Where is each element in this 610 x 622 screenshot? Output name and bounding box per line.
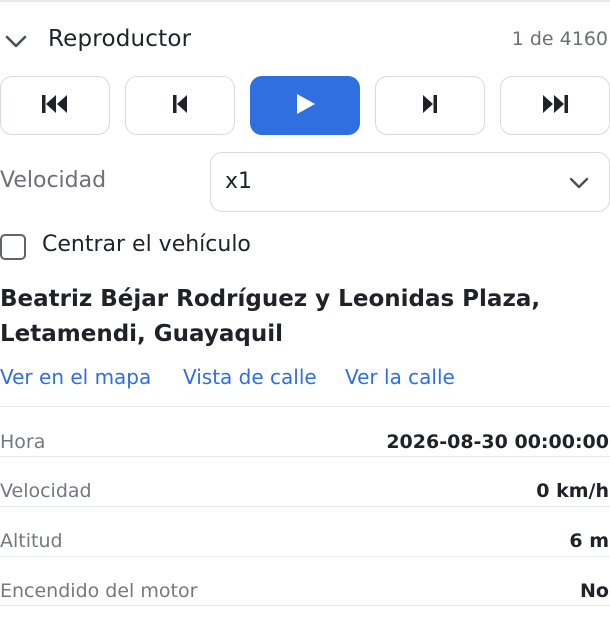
address: Beatriz Béjar Rodríguez y Leonidas Plaza… xyxy=(0,282,560,352)
details-table: Hora 2026-08-30 00:00:00 Velocidad 0 km/… xyxy=(0,406,610,606)
speed-label: Velocidad xyxy=(0,168,107,193)
center-vehicle-checkbox[interactable] xyxy=(0,234,26,260)
player-header: Reproductor 1 de 4160 xyxy=(0,22,610,62)
center-vehicle-label[interactable]: Centrar el vehículo xyxy=(42,232,251,257)
top-divider xyxy=(0,0,610,2)
page-title: Reproductor xyxy=(48,26,192,52)
chevron-down-icon[interactable] xyxy=(4,30,28,54)
skip-to-end-button[interactable] xyxy=(500,76,610,135)
skip-to-start-icon xyxy=(41,93,69,119)
playback-controls xyxy=(0,76,610,136)
row-label: Velocidad xyxy=(0,480,92,502)
row-label: Hora xyxy=(0,431,46,453)
row-value: 2026-08-30 00:00:00 xyxy=(386,431,609,453)
table-row: Velocidad 0 km/h xyxy=(0,456,610,506)
center-vehicle-option[interactable]: Centrar el vehículo xyxy=(0,232,400,262)
skip-to-end-icon xyxy=(541,93,569,119)
address-line-2: Letamendi, Guayaquil xyxy=(0,321,283,347)
table-row: Encendido del motor No xyxy=(0,556,610,606)
chevron-down-icon xyxy=(567,171,591,195)
row-value: 6 m xyxy=(569,530,609,552)
step-back-icon xyxy=(171,93,189,119)
play-button[interactable] xyxy=(250,76,360,135)
speed-value: x1 xyxy=(225,169,253,194)
view-street-link[interactable]: Ver la calle xyxy=(345,365,455,389)
address-line-1: Beatriz Béjar Rodríguez y Leonidas Plaza… xyxy=(0,286,541,312)
location-links: Ver en el mapa Vista de calle Ver la cal… xyxy=(0,365,610,393)
step-back-button[interactable] xyxy=(125,76,235,135)
play-icon xyxy=(293,92,317,120)
table-row: Altitud 6 m xyxy=(0,506,610,556)
step-forward-icon xyxy=(421,93,439,119)
row-value: No xyxy=(580,580,609,602)
position-counter: 1 de 4160 xyxy=(511,28,608,50)
step-forward-button[interactable] xyxy=(375,76,485,135)
row-label: Altitud xyxy=(0,530,63,552)
street-view-link[interactable]: Vista de calle xyxy=(183,365,317,389)
row-value: 0 km/h xyxy=(536,480,609,502)
skip-to-start-button[interactable] xyxy=(0,76,110,135)
speed-select[interactable]: x1 xyxy=(210,152,610,212)
table-row: Hora 2026-08-30 00:00:00 xyxy=(0,406,610,456)
row-label: Encendido del motor xyxy=(0,580,198,602)
view-on-map-link[interactable]: Ver en el mapa xyxy=(0,365,151,389)
